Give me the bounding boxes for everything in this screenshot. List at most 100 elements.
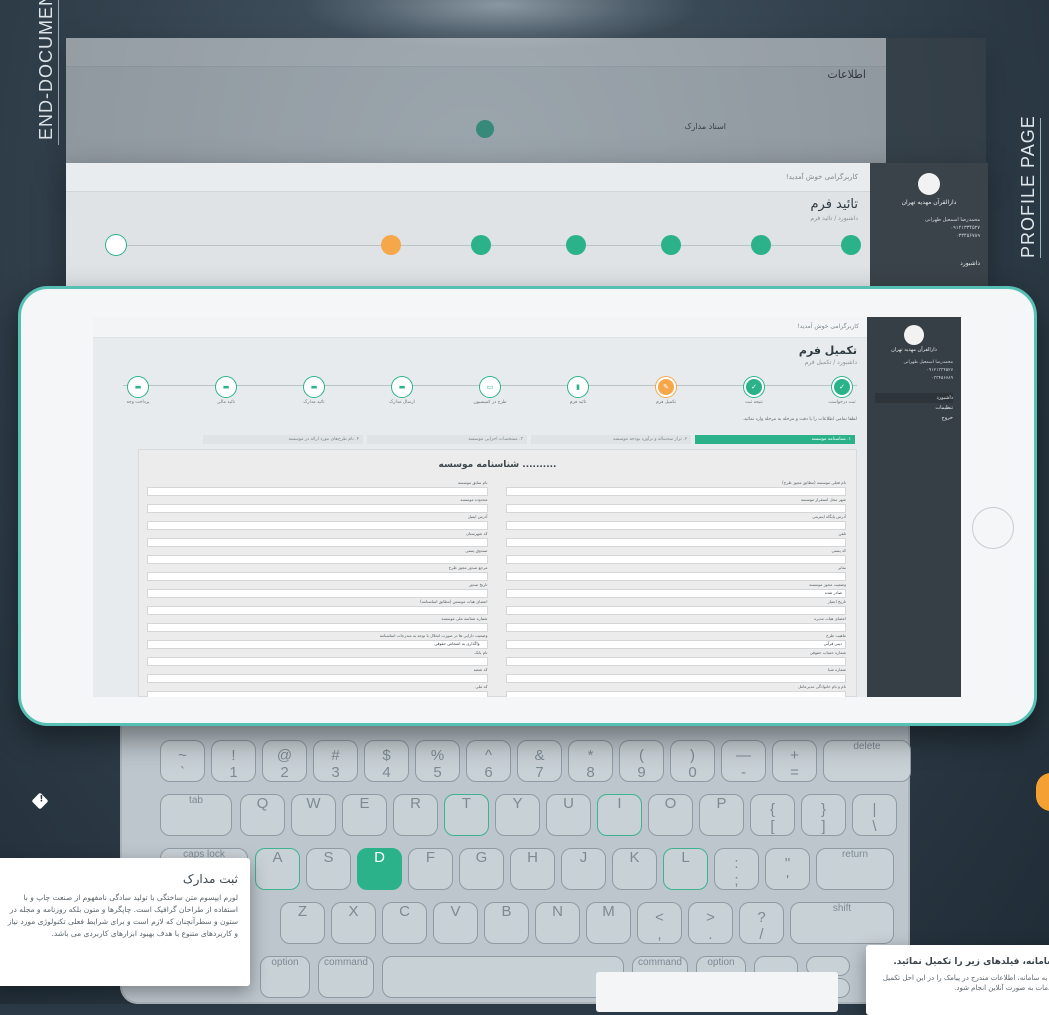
key-d[interactable]: D	[357, 848, 402, 890]
key-b[interactable]: B	[484, 902, 529, 944]
key-k[interactable]: K	[612, 848, 657, 890]
key-4[interactable]: $4	[364, 740, 409, 782]
step-7[interactable]: ▬ تائید مدارک	[289, 377, 339, 405]
field-input[interactable]	[147, 572, 488, 581]
key-3[interactable]: #3	[313, 740, 358, 782]
step-8[interactable]: ▬ تائید مالی	[201, 377, 251, 405]
field-input[interactable]	[505, 674, 846, 683]
field-input[interactable]	[505, 657, 846, 666]
field-input[interactable]	[505, 623, 846, 632]
key-c[interactable]: C	[382, 902, 427, 944]
field-input[interactable]	[147, 555, 488, 564]
key-i[interactable]: I	[597, 794, 642, 836]
key-v[interactable]: V	[433, 902, 478, 944]
key-a[interactable]: A	[255, 848, 300, 890]
key-y[interactable]: Y	[495, 794, 540, 836]
step-5[interactable]: ▭ طرح در کمیسیون	[465, 377, 515, 405]
key-7[interactable]: & 7	[517, 740, 562, 782]
field-input[interactable]	[505, 521, 846, 530]
bracket-key-0[interactable]: {[	[750, 794, 795, 836]
key-p[interactable]: P	[699, 794, 744, 836]
key-m-bottom: M	[602, 903, 615, 920]
bracket-key-2[interactable]: | \	[852, 794, 897, 836]
field-input[interactable]	[147, 538, 488, 547]
field-input[interactable]	[147, 487, 488, 496]
key-5[interactable]: % 5	[415, 740, 460, 782]
key-m[interactable]: M	[586, 902, 631, 944]
key-8[interactable]: * 8	[568, 740, 613, 782]
step-3[interactable]: ✎ تکمیل فرم	[641, 377, 691, 405]
field-input[interactable]	[147, 606, 488, 615]
key-w[interactable]: W	[291, 794, 336, 836]
field-input[interactable]	[505, 555, 846, 564]
step-9[interactable]: ▬ پرداخت وجه	[113, 377, 163, 405]
key-u[interactable]: U	[546, 794, 591, 836]
space-bar[interactable]	[382, 956, 624, 998]
field-input[interactable]	[505, 487, 846, 496]
field-input[interactable]	[505, 572, 846, 581]
select-value[interactable]: واگذاری به اشخاص حقوقی	[434, 641, 479, 646]
field-input[interactable]	[505, 589, 846, 598]
tab-4[interactable]: ۴. نام طرح‌های مورد ارائه در موسسه	[203, 435, 363, 444]
key-10[interactable]: ) 0	[670, 740, 715, 782]
key-e[interactable]: E	[342, 794, 387, 836]
field-input[interactable]	[147, 504, 488, 513]
home-button[interactable]	[972, 507, 1014, 549]
punct-key-0[interactable]: :;	[714, 848, 759, 890]
key-2[interactable]: @2	[262, 740, 307, 782]
step-4[interactable]: ▮ تائید فرم	[553, 377, 603, 405]
key-q[interactable]: Q	[240, 794, 285, 836]
field-input[interactable]	[147, 623, 488, 632]
key-g[interactable]: G	[459, 848, 504, 890]
key-t[interactable]: T	[444, 794, 489, 836]
key-o[interactable]: O	[648, 794, 693, 836]
step-6[interactable]: ▬ ارسال مدارک	[377, 377, 427, 405]
delete-key[interactable]: delete	[823, 740, 911, 782]
command-key-left[interactable]: command	[318, 956, 374, 998]
menu-logout[interactable]: خروج	[875, 413, 954, 423]
step-2[interactable]: ✓ نتیجه ثبت	[729, 377, 779, 405]
menu-dashboard[interactable]: داشبورد	[875, 393, 953, 403]
key-l[interactable]: L	[663, 848, 708, 890]
tab-1[interactable]: ۱. شناسنامه موسسه	[695, 435, 855, 444]
field-input[interactable]	[505, 538, 846, 547]
key-n[interactable]: N	[535, 902, 580, 944]
key-x[interactable]: X	[331, 902, 376, 944]
select-value[interactable]: صادر شده	[825, 590, 842, 595]
punct4-key-0[interactable]: <,	[637, 902, 682, 944]
field-input[interactable]	[147, 674, 488, 683]
key-r[interactable]: R	[393, 794, 438, 836]
field-input[interactable]	[147, 691, 488, 697]
key-6[interactable]: ^ 6	[466, 740, 511, 782]
field-input[interactable]	[505, 691, 846, 697]
tab-2[interactable]: ۲. تراز سه‌ساله و برآورد بودجه موسسه	[531, 435, 691, 444]
tab-3[interactable]: ۳. مشخصات اجرایی موسسه	[367, 435, 527, 444]
return-key[interactable]: return	[816, 848, 894, 890]
menu-settings[interactable]: تنظیمات	[875, 403, 953, 413]
key-12[interactable]: + =	[772, 740, 817, 782]
key-j[interactable]: J	[561, 848, 606, 890]
option-key-left[interactable]: option	[260, 956, 310, 998]
field-input[interactable]	[147, 657, 488, 666]
key-s[interactable]: S	[306, 848, 351, 890]
key-1[interactable]: ! 1	[211, 740, 256, 782]
punct4-key-1[interactable]: >.	[688, 902, 733, 944]
field-input[interactable]	[505, 606, 846, 615]
field-input[interactable]	[147, 521, 488, 530]
tab-key[interactable]: tab	[160, 794, 232, 836]
punct-key-1[interactable]: " '	[765, 848, 810, 890]
key-f[interactable]: F	[408, 848, 453, 890]
field-input[interactable]	[505, 504, 846, 513]
bracket-key-1[interactable]: }]	[801, 794, 846, 836]
key-9[interactable]: (9	[619, 740, 664, 782]
step-1[interactable]: ✓ ثبت درخواست	[817, 377, 867, 405]
key-z[interactable]: Z	[280, 902, 325, 944]
key-11[interactable]: — -	[721, 740, 766, 782]
select-value[interactable]: دینی قرآنی	[824, 641, 842, 646]
shift-key[interactable]: shift	[790, 902, 894, 944]
punct4-key-2[interactable]: ? /	[739, 902, 784, 944]
field-input[interactable]	[147, 589, 488, 598]
key-0[interactable]: ~ `	[160, 740, 205, 782]
field-input[interactable]	[505, 640, 846, 649]
key-h[interactable]: H	[510, 848, 555, 890]
